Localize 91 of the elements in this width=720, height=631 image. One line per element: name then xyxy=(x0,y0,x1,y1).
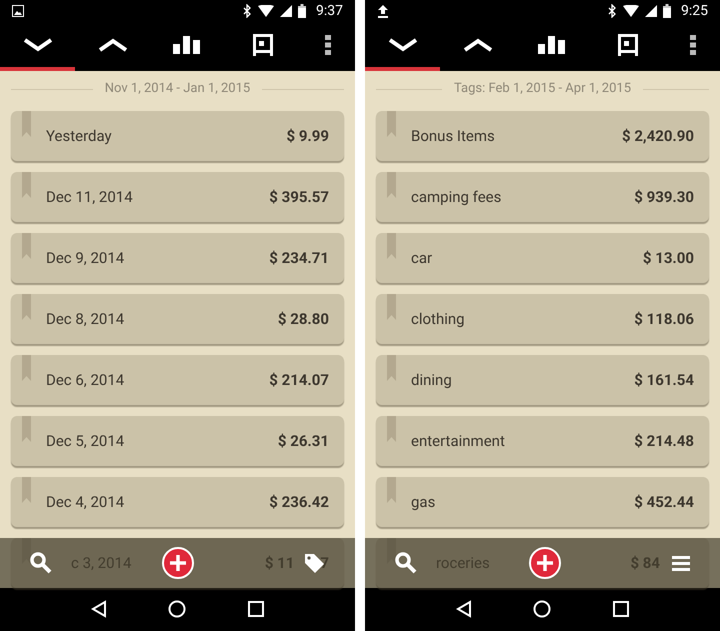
chevron-down-icon xyxy=(22,36,52,53)
bookmark-icon xyxy=(22,294,31,320)
bookmark-icon xyxy=(22,232,31,259)
row-amount: $ 939.30 xyxy=(634,186,694,208)
row-label: gas xyxy=(411,492,436,513)
expense-row[interactable]: Dec 11, 2014 $ 395.57 xyxy=(11,172,344,222)
bookmark-icon xyxy=(387,354,396,381)
bookmark-icon xyxy=(22,476,31,503)
box-icon xyxy=(616,32,638,57)
bookmark-icon xyxy=(387,476,396,503)
row-label: camping fees xyxy=(411,186,502,208)
box-icon xyxy=(252,32,274,57)
row-label: Dec 6, 2014 xyxy=(46,370,124,391)
row-amount: $ 28.80 xyxy=(278,308,329,330)
chevron-up-icon xyxy=(462,36,492,53)
expense-row[interactable]: Dec 9, 2014 $ 234.71 xyxy=(11,232,344,283)
row-amount: $ 161.54 xyxy=(634,370,694,391)
row-label: entertainment xyxy=(411,430,505,452)
bookmark-icon xyxy=(22,354,31,381)
image-icon xyxy=(12,5,24,18)
chevron-down-icon xyxy=(388,36,418,53)
bookmark-icon xyxy=(387,294,396,320)
row-amount: $ 214.07 xyxy=(269,370,329,391)
clock: 9:37 xyxy=(316,2,343,21)
bookmark-icon xyxy=(387,232,396,259)
bookmark-icon xyxy=(387,172,396,198)
bluetooth-icon xyxy=(608,4,617,18)
row-amount: $ 236.42 xyxy=(269,492,329,513)
battery-icon xyxy=(298,4,306,18)
home-icon[interactable] xyxy=(533,600,552,618)
row-label: Dec 8, 2014 xyxy=(46,308,124,330)
row-amount: $ 118.06 xyxy=(634,308,694,330)
row-amount: $ 214.48 xyxy=(634,430,694,452)
row-amount: $ 9.99 xyxy=(286,126,329,147)
signal-icon xyxy=(280,5,292,18)
expense-row[interactable]: Dec 5, 2014 $ 26.31 xyxy=(11,416,344,466)
date-range-heading: Tags: Feb 1, 2015 - Apr 1, 2015 xyxy=(454,80,632,98)
bookmark-icon xyxy=(22,172,31,198)
row-amount: $ 234.71 xyxy=(269,248,329,269)
bookmark-icon xyxy=(22,110,31,137)
date-range-heading: Nov 1, 2014 - Jan 1, 2015 xyxy=(104,80,250,98)
expense-row[interactable]: car $ 13.00 xyxy=(376,232,709,283)
row-label: Dec 9, 2014 xyxy=(46,248,124,269)
recents-icon[interactable] xyxy=(248,601,264,618)
row-label: car xyxy=(411,248,432,269)
bluetooth-icon xyxy=(243,4,252,18)
row-label: Yesterday xyxy=(46,126,112,147)
expense-row[interactable]: Dec 8, 2014 $ 28.80 xyxy=(11,294,344,344)
expense-row[interactable]: Dec 4, 2014 $ 236.42 xyxy=(11,476,344,527)
expense-row[interactable]: clothing $ 118.06 xyxy=(376,294,709,344)
expense-row[interactable]: camping fees $ 939.30 xyxy=(376,172,709,222)
expense-row[interactable]: entertainment $ 214.48 xyxy=(376,416,709,466)
search-icon[interactable] xyxy=(395,552,417,574)
battery-icon xyxy=(663,4,671,18)
clock: 9:25 xyxy=(681,2,708,21)
bar-chart-icon xyxy=(538,36,568,54)
wifi-icon xyxy=(258,5,274,18)
row-amount: $ 13.00 xyxy=(642,248,694,269)
back-icon[interactable] xyxy=(90,600,107,618)
menu-icon[interactable] xyxy=(672,554,690,571)
signal-icon xyxy=(645,5,657,18)
chevron-up-icon xyxy=(98,36,128,53)
expense-row[interactable]: dining $ 161.54 xyxy=(376,354,709,405)
wifi-icon xyxy=(623,5,639,18)
recents-icon[interactable] xyxy=(613,601,630,618)
row-label: Dec 4, 2014 xyxy=(46,492,124,513)
row-amount: $ 26.31 xyxy=(278,430,329,452)
expense-row[interactable]: Bonus Items $ 2,420.90 xyxy=(376,110,709,161)
add-button[interactable] xyxy=(528,546,560,579)
row-label: Dec 11, 2014 xyxy=(46,186,133,208)
row-amount: $ 2,420.90 xyxy=(622,126,694,147)
expense-row[interactable]: Dec 6, 2014 $ 214.07 xyxy=(11,354,344,405)
add-button[interactable] xyxy=(162,546,194,579)
bar-chart-icon xyxy=(172,36,202,54)
row-label: dining xyxy=(411,370,452,391)
search-icon[interactable] xyxy=(30,552,52,574)
bookmark-icon xyxy=(387,110,396,137)
bookmark-icon xyxy=(22,416,31,442)
bookmark-icon xyxy=(387,416,396,442)
home-icon[interactable] xyxy=(168,600,186,618)
row-amount: $ 395.57 xyxy=(269,186,329,208)
back-icon[interactable] xyxy=(456,600,472,618)
upload-icon xyxy=(377,4,389,18)
more-icon xyxy=(690,34,696,55)
more-icon xyxy=(324,34,330,55)
row-label: Dec 5, 2014 xyxy=(46,430,124,452)
expense-row[interactable]: gas $ 452.44 xyxy=(376,476,709,527)
row-label: Bonus Items xyxy=(411,126,495,147)
row-amount: $ 452.44 xyxy=(634,492,694,513)
row-label: clothing xyxy=(411,308,465,330)
expense-row[interactable]: Yesterday $ 9.99 xyxy=(11,110,344,161)
